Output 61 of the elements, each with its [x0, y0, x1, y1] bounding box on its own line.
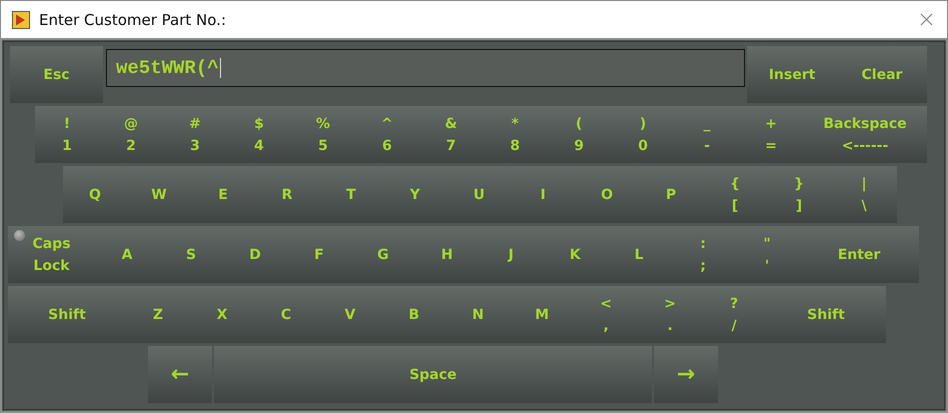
key[interactable]: * 8 [483, 106, 547, 163]
key[interactable]: : ; [671, 226, 735, 283]
key[interactable]: T [319, 166, 383, 223]
key[interactable]: V [318, 286, 382, 343]
key[interactable]: { [ [703, 166, 767, 223]
key[interactable]: ← [148, 346, 212, 403]
key[interactable]: F [287, 226, 351, 283]
key[interactable]: O [575, 166, 639, 223]
key[interactable]: Enter [799, 226, 919, 283]
key[interactable]: Y [383, 166, 447, 223]
close-icon[interactable] [920, 13, 933, 26]
caps-lock-key[interactable]: Caps Lock [8, 226, 95, 283]
key[interactable]: @ 2 [99, 106, 163, 163]
key[interactable]: | \ [831, 166, 897, 223]
key[interactable]: ( 9 [547, 106, 611, 163]
key[interactable]: I [511, 166, 575, 223]
key[interactable]: X [190, 286, 254, 343]
key[interactable]: < , [574, 286, 638, 343]
key[interactable]: # 3 [163, 106, 227, 163]
key[interactable]: P [639, 166, 703, 223]
key[interactable]: ? / [702, 286, 766, 343]
key[interactable]: + = [739, 106, 803, 163]
key[interactable]: _ - [675, 106, 739, 163]
key[interactable]: J [479, 226, 543, 283]
key[interactable]: R [255, 166, 319, 223]
key[interactable]: } ] [767, 166, 831, 223]
key[interactable]: S [159, 226, 223, 283]
key[interactable]: N [446, 286, 510, 343]
key[interactable]: $ 4 [227, 106, 291, 163]
key[interactable]: G [351, 226, 415, 283]
window-title: Enter Customer Part No.: [39, 10, 227, 28]
key[interactable]: E [191, 166, 255, 223]
entry-field[interactable]: we5tWWR(^ [106, 49, 745, 87]
key[interactable]: Esc [10, 46, 103, 103]
key[interactable]: ) 0 [611, 106, 675, 163]
key[interactable]: Z [126, 286, 190, 343]
key[interactable]: Clear [837, 46, 927, 103]
key[interactable]: C [254, 286, 318, 343]
key[interactable]: % 5 [291, 106, 355, 163]
key[interactable]: H [415, 226, 479, 283]
key[interactable]: & 7 [419, 106, 483, 163]
key[interactable]: ! 1 [35, 106, 99, 163]
key[interactable]: B [382, 286, 446, 343]
key[interactable]: Q [63, 166, 127, 223]
key[interactable]: U [447, 166, 511, 223]
key[interactable]: M [510, 286, 574, 343]
key[interactable]: ^ 6 [355, 106, 419, 163]
key[interactable]: Space [214, 346, 652, 403]
key[interactable]: D [223, 226, 287, 283]
key[interactable]: Shift [766, 286, 886, 343]
key[interactable]: Shift [8, 286, 126, 343]
key[interactable]: > . [638, 286, 702, 343]
key[interactable]: A [95, 226, 159, 283]
key[interactable]: " ' [735, 226, 799, 283]
key[interactable]: L [607, 226, 671, 283]
key[interactable]: K [543, 226, 607, 283]
key[interactable]: Insert [747, 46, 837, 103]
key[interactable]: W [127, 166, 191, 223]
key[interactable]: → [654, 346, 718, 403]
key[interactable]: Backspace <------ [803, 106, 927, 163]
app-icon [12, 10, 30, 28]
